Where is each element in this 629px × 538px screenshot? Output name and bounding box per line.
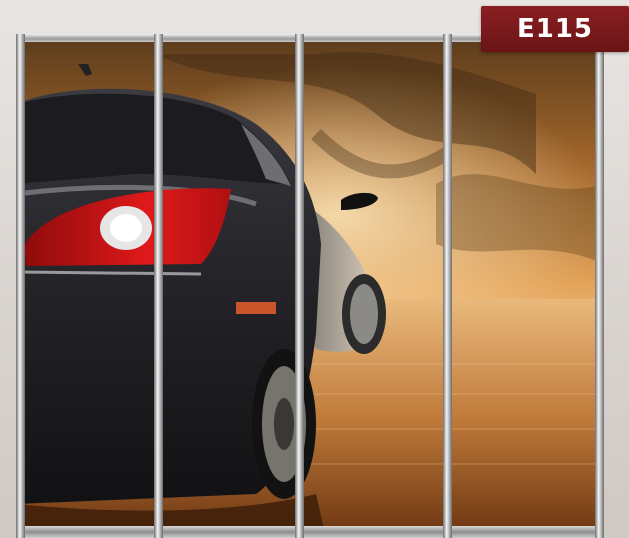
frame-bottom-rail: [16, 526, 604, 538]
frame-bar-divider-1: [154, 34, 163, 538]
frame-bar-left: [16, 34, 25, 538]
frame-bar-divider-2: [295, 34, 304, 538]
product-code-label: E115: [516, 14, 594, 44]
product-code-badge: E115: [481, 6, 629, 52]
sliding-wardrobe: [16, 34, 604, 538]
wardrobe-photo-print: [16, 34, 604, 538]
frame-bar-divider-3: [443, 34, 452, 538]
frame-bar-right: [595, 34, 604, 538]
